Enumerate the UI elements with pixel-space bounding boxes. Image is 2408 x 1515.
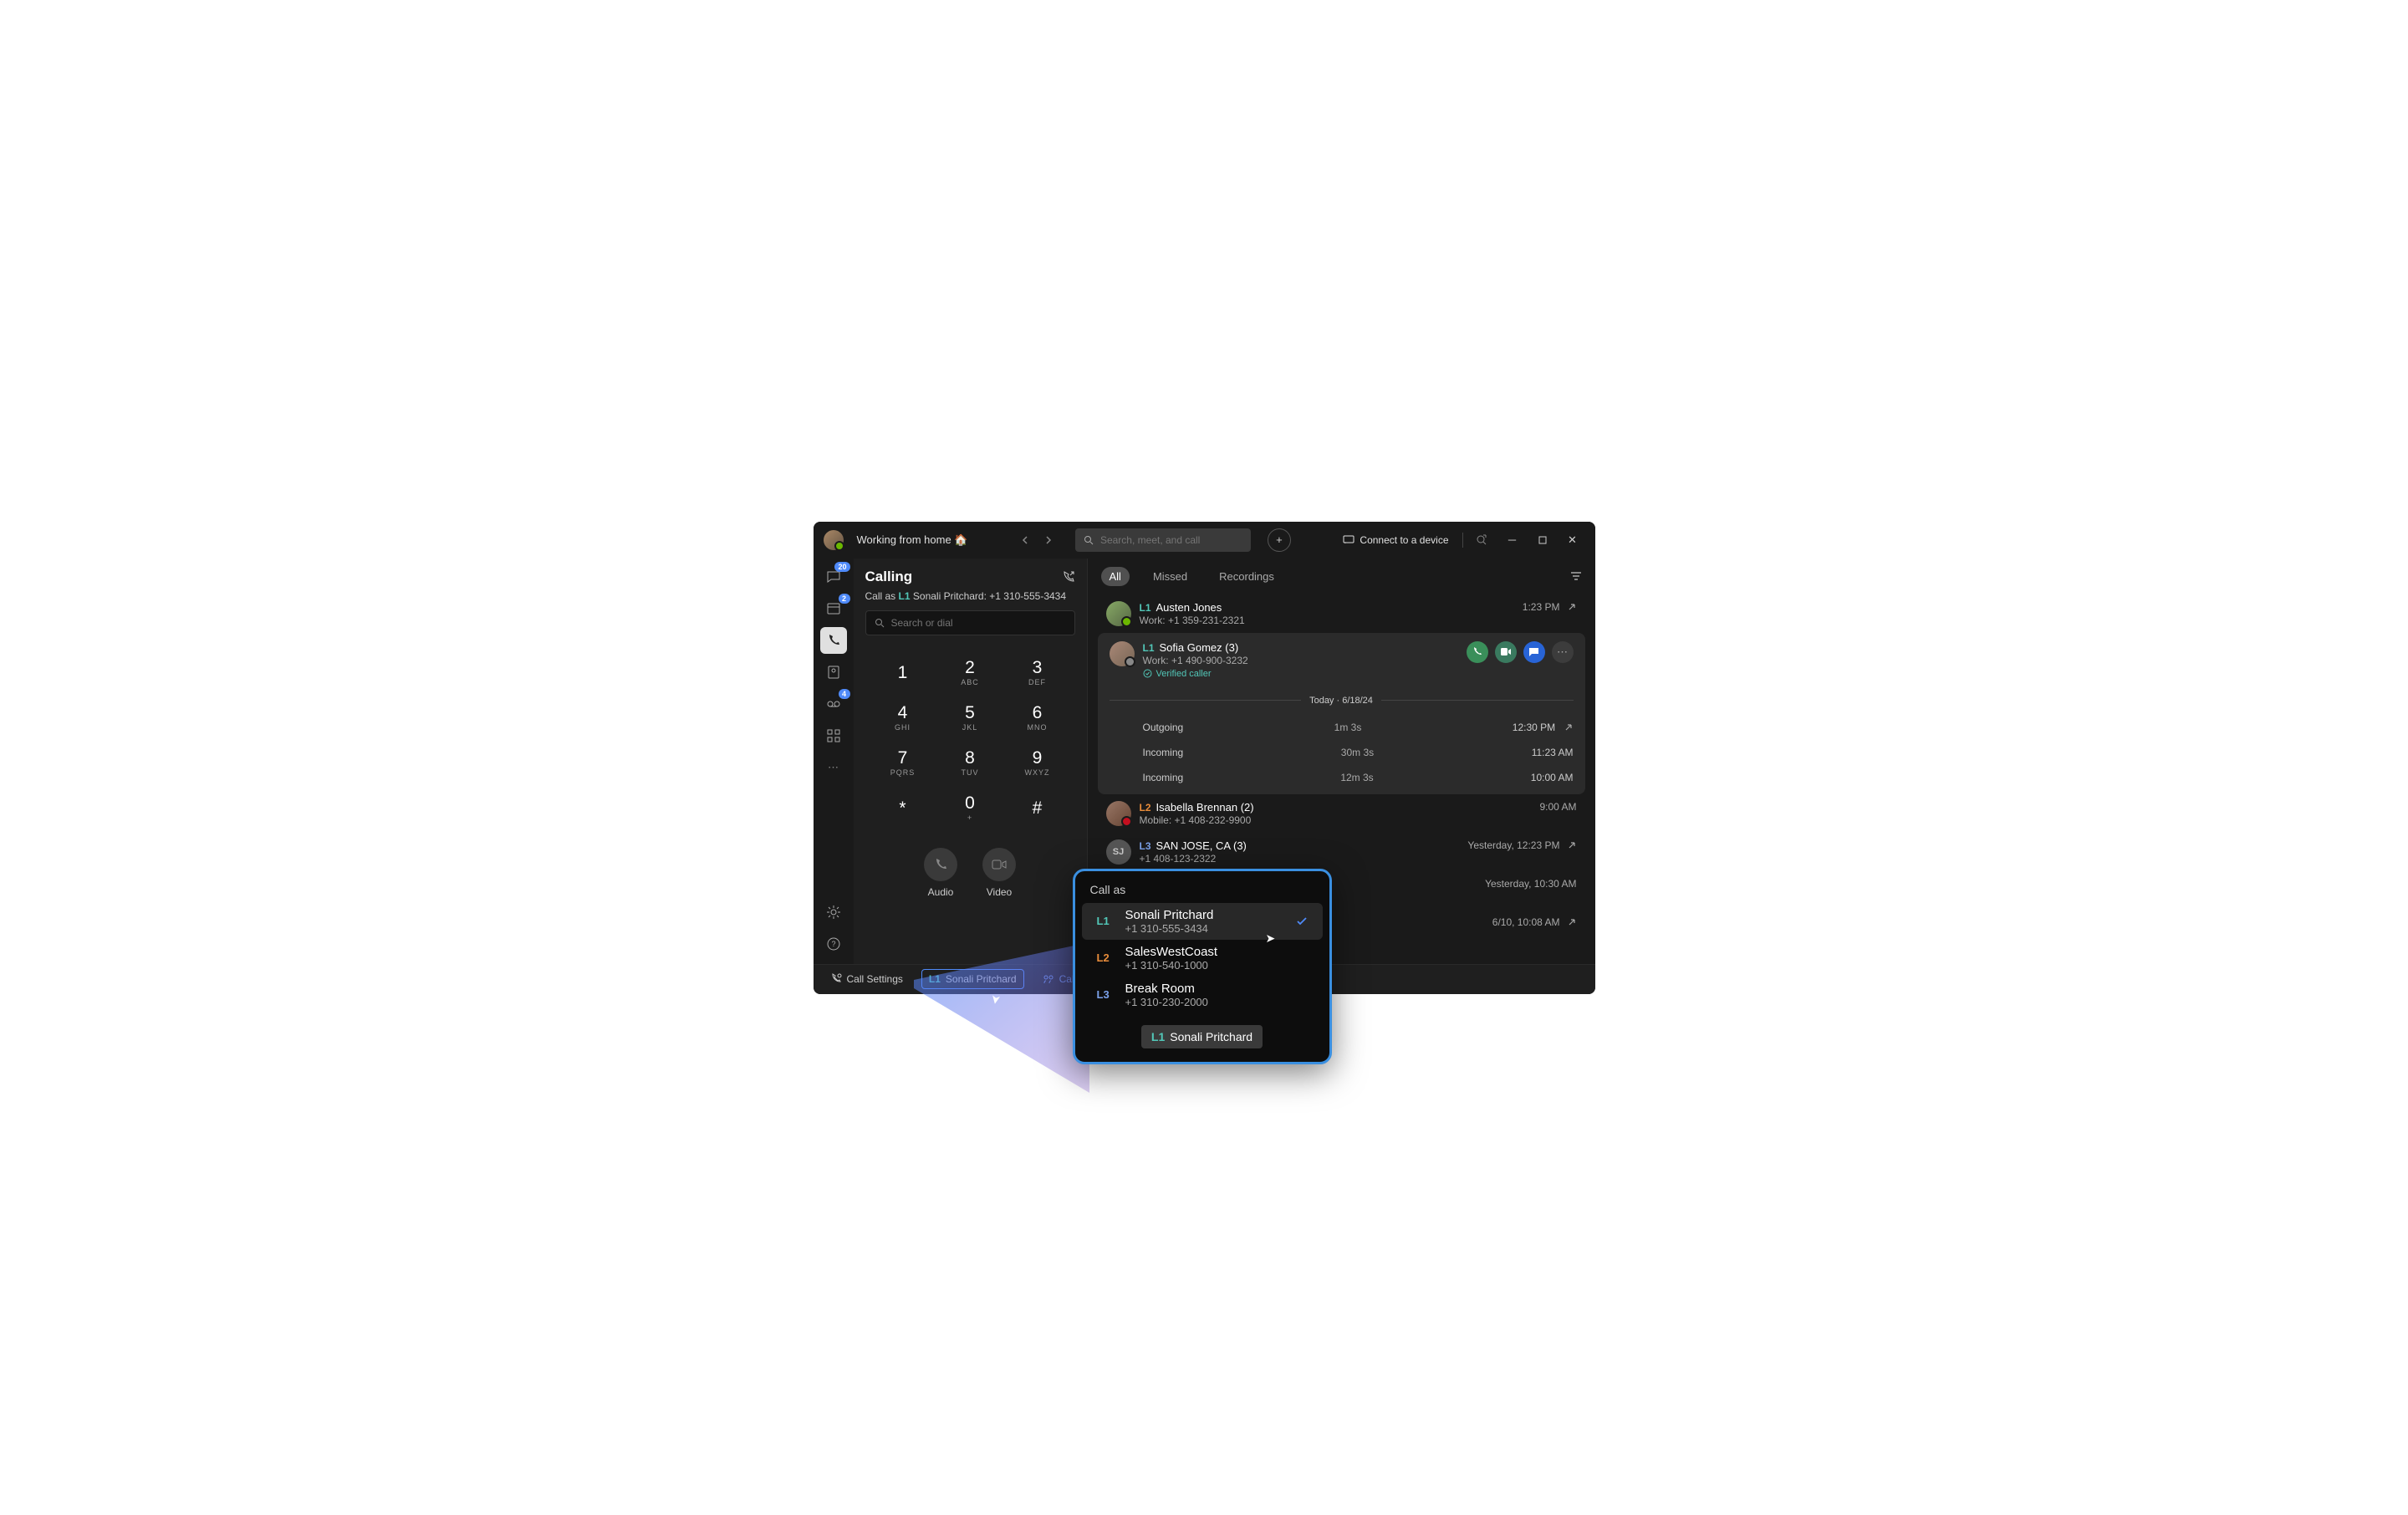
help-icon: ? xyxy=(827,937,840,951)
minimize-button[interactable]: ─ xyxy=(1500,530,1525,550)
app-rail: 20 2 4 ⋯ xyxy=(814,559,854,964)
rail-calendar[interactable]: 2 xyxy=(820,595,847,622)
callout-line-option[interactable]: L3Break Room+1 310-230-2000 xyxy=(1082,977,1323,1013)
call-log-row: Incoming30m 3s11:23 AM xyxy=(1110,744,1574,761)
active-line-selector[interactable]: L1 Sonali Pritchard xyxy=(921,969,1024,989)
rail-help[interactable]: ? xyxy=(820,931,847,957)
dial-key-7[interactable]: 7PQRS xyxy=(879,742,927,784)
call-history-item[interactable]: L2Isabella Brennan (2)Mobile: +1 408-232… xyxy=(1098,794,1585,833)
tab-all[interactable]: All xyxy=(1101,567,1130,586)
maximize-button[interactable] xyxy=(1530,530,1555,550)
callout-selected-pill[interactable]: L1 Sonali Pritchard xyxy=(1141,1025,1263,1048)
callout-line-option[interactable]: L1Sonali Pritchard+1 310-555-3434 xyxy=(1082,903,1323,940)
caller-avatar xyxy=(1106,601,1131,626)
chat-badge: 20 xyxy=(834,562,849,572)
apps-icon xyxy=(827,729,840,742)
rail-contacts[interactable] xyxy=(820,659,847,686)
search-icon xyxy=(1084,535,1094,545)
check-icon xyxy=(1296,916,1308,926)
tab-recordings[interactable]: Recordings xyxy=(1211,567,1283,586)
video-call-button[interactable]: Video xyxy=(982,848,1016,898)
audio-call-button[interactable]: Audio xyxy=(924,848,957,898)
presence-status[interactable]: Working from home 🏠 xyxy=(857,533,968,547)
calling-title: Calling xyxy=(865,569,913,585)
contacts-icon xyxy=(826,665,841,680)
call-button[interactable] xyxy=(1467,641,1488,663)
phone-icon xyxy=(933,857,948,872)
rail-apps[interactable] xyxy=(820,722,847,749)
history-tabs: All Missed Recordings xyxy=(1088,559,1595,594)
gear-icon xyxy=(826,905,841,920)
filter-icon[interactable] xyxy=(1570,571,1582,581)
voicemail-icon xyxy=(826,698,841,710)
dial-key-0[interactable]: 0+ xyxy=(946,788,994,829)
call-history-item-expanded[interactable]: L1Sofia Gomez (3)Work: +1 490-900-3232Ve… xyxy=(1098,633,1585,794)
zoom-ui-button[interactable] xyxy=(1472,530,1492,550)
close-button[interactable]: ✕ xyxy=(1560,530,1585,550)
search-icon xyxy=(875,618,885,628)
rail-calls[interactable] xyxy=(820,627,847,654)
dial-search[interactable] xyxy=(865,610,1075,635)
calendar-badge: 2 xyxy=(839,594,850,604)
call-history-item[interactable]: L1Austen JonesWork: +1 359-231-23211:23 … xyxy=(1098,594,1585,633)
callout-line-option[interactable]: L2SalesWestCoast+1 310-540-1000 xyxy=(1082,940,1323,977)
rail-chat[interactable]: 20 xyxy=(820,564,847,590)
video-icon xyxy=(992,859,1007,870)
tab-missed[interactable]: Missed xyxy=(1145,567,1196,586)
titlebar: Working from home 🏠 + Connect to a devic… xyxy=(814,522,1595,559)
rail-more[interactable]: ⋯ xyxy=(820,754,847,781)
new-action-button[interactable]: + xyxy=(1268,528,1291,552)
dial-key-6[interactable]: 6MNO xyxy=(1013,697,1062,739)
dial-key-1[interactable]: 1 xyxy=(879,652,927,694)
chat-button[interactable] xyxy=(1523,641,1545,663)
nav-forward-button[interactable] xyxy=(1038,530,1059,550)
call-log-row: Incoming12m 3s10:00 AM xyxy=(1110,769,1574,786)
user-avatar[interactable] xyxy=(824,530,844,550)
dial-key-8[interactable]: 8TUV xyxy=(946,742,994,784)
call-as-popup: Call as L1Sonali Pritchard+1 310-555-343… xyxy=(1073,869,1332,1064)
global-search[interactable] xyxy=(1075,528,1251,552)
rail-voicemail[interactable]: 4 xyxy=(820,691,847,717)
rail-settings[interactable] xyxy=(820,899,847,926)
caller-avatar xyxy=(1106,801,1131,826)
caller-avatar xyxy=(1110,641,1135,666)
call-log-row: Outgoing1m 3s12:30 PM xyxy=(1110,719,1574,736)
global-search-input[interactable] xyxy=(1100,534,1242,546)
dial-key-5[interactable]: 5JKL xyxy=(946,697,994,739)
dial-key-#[interactable]: # xyxy=(1013,788,1062,829)
calling-panel: Calling Call as L1 Sonali Pritchard: +1 … xyxy=(854,559,1088,964)
cursor-icon: ➤ xyxy=(987,993,1003,1006)
call-transfer-icon[interactable] xyxy=(1062,570,1075,584)
video-button[interactable] xyxy=(1495,641,1517,663)
call-as-label: Call as L1 Sonali Pritchard: +1 310-555-… xyxy=(854,590,1087,610)
cursor-icon: ➤ xyxy=(1266,931,1276,946)
callout-title: Call as xyxy=(1075,883,1329,903)
svg-text:?: ? xyxy=(831,940,835,948)
more-button[interactable]: ⋯ xyxy=(1552,641,1574,663)
dial-key-9[interactable]: 9WXYZ xyxy=(1013,742,1062,784)
dial-search-input[interactable] xyxy=(891,617,1066,629)
caller-avatar: SJ xyxy=(1106,839,1131,865)
dial-key-4[interactable]: 4GHI xyxy=(879,697,927,739)
dial-key-2[interactable]: 2ABC xyxy=(946,652,994,694)
phone-settings-icon xyxy=(830,973,842,985)
voicemail-badge: 4 xyxy=(839,689,850,699)
call-settings-button[interactable]: Call Settings xyxy=(824,970,910,988)
dial-key-*[interactable]: * xyxy=(879,788,927,829)
connect-device-button[interactable]: Connect to a device xyxy=(1338,531,1453,549)
dialpad: 1 2ABC 3DEF 4GHI 5JKL 6MNO 7PQRS 8TUV 9WXYZ * 0+ # xyxy=(854,644,1087,841)
phone-icon xyxy=(826,633,841,648)
nav-back-button[interactable] xyxy=(1015,530,1035,550)
cast-icon xyxy=(1343,535,1354,545)
dial-key-3[interactable]: 3DEF xyxy=(1013,652,1062,694)
calendar-icon xyxy=(826,601,841,616)
call-history-item[interactable]: SJL3SAN JOSE, CA (3)+1 408-123-2322Yeste… xyxy=(1098,833,1585,871)
pickup-icon xyxy=(1043,974,1054,984)
